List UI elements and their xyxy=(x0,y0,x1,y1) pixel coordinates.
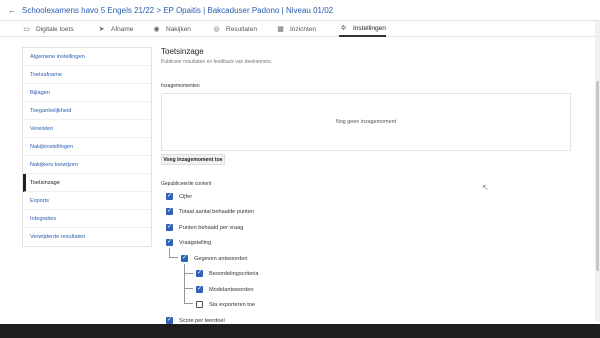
checkbox-label: Score per leerdoel xyxy=(179,317,225,324)
document-icon: ▭ xyxy=(23,26,30,33)
checkbox-checked-icon[interactable]: ✓ xyxy=(181,255,188,262)
checkbox-label: Punten behaald per vraag xyxy=(179,224,244,231)
send-icon: ➤ xyxy=(98,26,105,33)
checkbox-beoordelingscriteria[interactable]: ✓ Beoordelingscriteria xyxy=(196,270,258,277)
published-content-label: Gepubliceerde content xyxy=(161,181,212,187)
checkbox-totaal-punten[interactable]: ✓ Totaal aantal behaalde punten xyxy=(166,208,254,215)
sidebar-item-integraties[interactable]: Integraties xyxy=(23,210,151,228)
bottom-bar xyxy=(0,324,600,338)
checkbox-modelantwoorden[interactable]: ✓ Modelantwoorden xyxy=(196,286,253,293)
checkbox-gegeven-antwoorden[interactable]: ✓ Gegeven antwoorden xyxy=(181,255,248,262)
tab-instellingen[interactable]: ✲ Instellingen xyxy=(339,21,386,37)
checkbox-label: Modelantwoorden xyxy=(209,286,254,293)
inzagemomenten-label: Inzagemomenten xyxy=(161,83,200,89)
page-subtitle: Publiceer resultaten en feedback van dee… xyxy=(161,59,273,65)
sidebar-item-bijlagen[interactable]: Bijlagen xyxy=(23,84,151,102)
tab-afname[interactable]: ➤ Afname xyxy=(97,21,134,37)
sidebar-item-toegankelijkheid[interactable]: Toegankelijkheid xyxy=(23,102,151,120)
tree-connector xyxy=(184,289,193,304)
checkbox-punten-per-vraag[interactable]: ✓ Punten behaald per vraag xyxy=(166,224,243,231)
tab-label: Nakijken xyxy=(166,25,191,33)
back-arrow-icon[interactable]: ← xyxy=(8,6,16,15)
gear-icon: ✲ xyxy=(340,25,347,32)
insights-icon: ▦ xyxy=(277,26,284,33)
settings-sidebar: Algemene instellingen Toetsafname Bijlag… xyxy=(22,47,152,247)
checkbox-checked-icon[interactable]: ✓ xyxy=(166,208,173,215)
tree-connector xyxy=(184,274,193,289)
checkbox-checked-icon[interactable]: ✓ xyxy=(196,270,203,277)
tab-label: Digitale toets xyxy=(36,25,74,33)
sidebar-item-exports[interactable]: Exports xyxy=(23,192,151,210)
tree-connector xyxy=(184,264,193,274)
checkbox-unchecked-icon[interactable] xyxy=(196,301,203,308)
tab-nakijken[interactable]: ◉ Nakijken xyxy=(152,21,191,37)
checkbox-label: Cijfer xyxy=(179,193,193,200)
sidebar-item-vereisten[interactable]: Vereisten xyxy=(23,120,151,138)
checkbox-score-per-leerdoel[interactable]: ✓ Score per leerdoel xyxy=(166,317,225,324)
checkbox-vraagstelling[interactable]: ✓ Vraagstelling xyxy=(166,239,211,246)
page-title: Toetsinzage xyxy=(161,47,204,56)
breadcrumb-text[interactable]: Schoolexamens havo 5 Engels 21/22 > EP O… xyxy=(22,6,333,15)
add-inzagemoment-button[interactable]: Voeg inzagemoment toe xyxy=(161,154,225,165)
eye-icon: ◉ xyxy=(153,26,160,33)
checkbox-label: Totaal aantal behaalde punten xyxy=(179,208,254,215)
page-scrollbar[interactable] xyxy=(595,21,600,321)
tab-digitale-toets[interactable]: ▭ Digitale toets xyxy=(22,21,74,37)
main-content: Toetsinzage Publiceer resultaten en feed… xyxy=(161,47,581,324)
checkbox-cijfer[interactable]: ✓ Cijfer xyxy=(166,193,192,200)
results-icon: ◎ xyxy=(213,26,220,33)
checkbox-label: Vraagstelling xyxy=(179,239,212,246)
sidebar-item-algemene-instellingen[interactable]: Algemene instellingen xyxy=(23,48,151,66)
sidebar-item-nakijkers-toewijzen[interactable]: Nakijkers toewijzen xyxy=(23,156,151,174)
checkbox-sta-exporteren-toe[interactable]: Sta exporteren toe xyxy=(196,301,255,308)
sidebar-item-verwijderde-resultaten[interactable]: Verwijderde resultaten xyxy=(23,228,151,246)
checkbox-checked-icon[interactable]: ✓ xyxy=(166,317,173,324)
inzagemomenten-empty-state: Nog geen inzagemoment xyxy=(161,93,571,151)
checkbox-checked-icon[interactable]: ✓ xyxy=(196,286,203,293)
sidebar-item-toetsinzage[interactable]: Toetsinzage xyxy=(23,174,151,192)
mouse-cursor-icon: ↖ xyxy=(482,183,489,192)
checkbox-label: Beoordelingscriteria xyxy=(209,270,259,277)
scrollbar-thumb[interactable] xyxy=(596,81,599,271)
tab-resultaten[interactable]: ◎ Resultaten xyxy=(212,21,257,37)
tab-label: Afname xyxy=(111,25,134,33)
top-bar: ← Schoolexamens havo 5 Engels 21/22 > EP … xyxy=(0,0,600,21)
tab-label: Inzichten xyxy=(290,25,317,33)
checkbox-checked-icon[interactable]: ✓ xyxy=(166,193,173,200)
sidebar-item-nakijkinstellingen[interactable]: Nakijkinstellingen xyxy=(23,138,151,156)
tab-inzichten[interactable]: ▦ Inzichten xyxy=(276,21,316,37)
empty-state-text: Nog geen inzagemoment xyxy=(335,119,397,125)
tab-bar: ▭ Digitale toets ➤ Afname ◉ Nakijken ◎ Resul… xyxy=(0,21,600,37)
tab-label: Resultaten xyxy=(226,25,258,33)
checkbox-label: Gegeven antwoorden xyxy=(194,255,248,262)
tab-label: Instellingen xyxy=(353,24,386,32)
sidebar-item-toetsafname[interactable]: Toetsafname xyxy=(23,66,151,84)
checkbox-checked-icon[interactable]: ✓ xyxy=(166,239,173,246)
tree-connector xyxy=(169,248,178,258)
checkbox-checked-icon[interactable]: ✓ xyxy=(166,224,173,231)
breadcrumb: ← Schoolexamens havo 5 Engels 21/22 > EP … xyxy=(8,6,368,15)
checkbox-label: Sta exporteren toe xyxy=(209,301,256,308)
